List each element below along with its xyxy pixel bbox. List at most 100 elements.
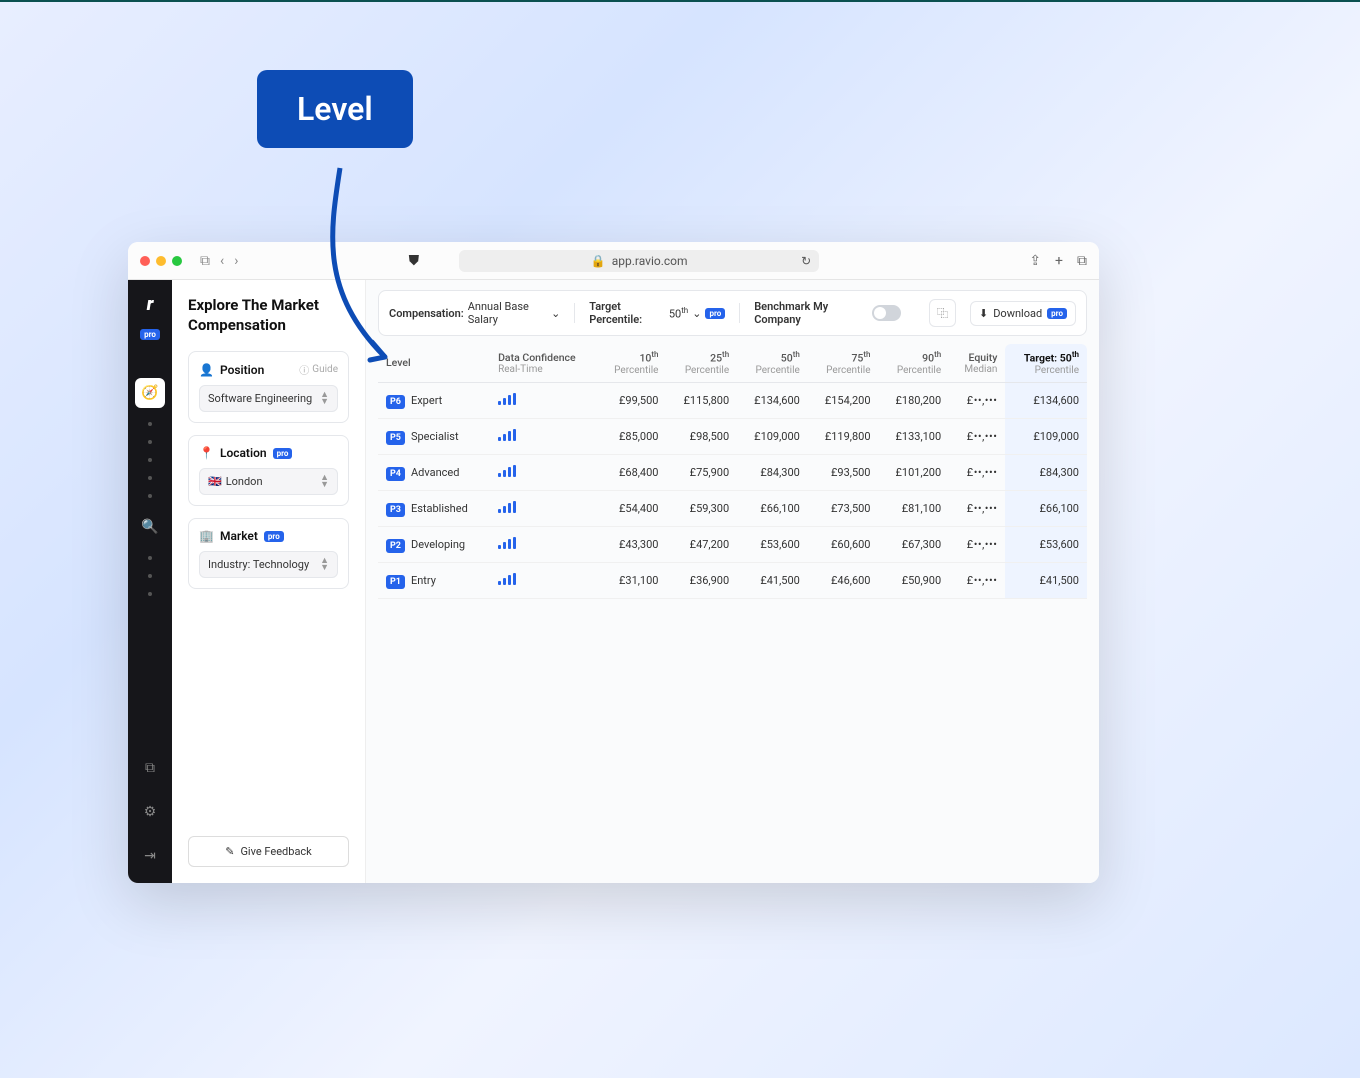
cell-p10: £99,500 <box>597 382 666 418</box>
table-row[interactable]: P5Specialist £85,000 £98,500 £109,000 £1… <box>378 418 1087 454</box>
download-icon: ⬇ <box>979 307 988 320</box>
download-button[interactable]: ⬇ Download pro <box>970 301 1076 326</box>
filter-label: Position <box>220 363 264 377</box>
pro-badge: pro <box>264 531 284 542</box>
nav-dot[interactable] <box>148 592 152 596</box>
cell-confidence <box>490 562 597 598</box>
table-row[interactable]: P3Established £54,400 £59,300 £66,100 £7… <box>378 490 1087 526</box>
nav-dot[interactable] <box>148 458 152 462</box>
chevron-down-icon: ⌄ <box>551 307 560 320</box>
new-tab-icon[interactable]: + <box>1055 253 1063 269</box>
gear-icon: ⚙ <box>144 804 157 820</box>
share-icon[interactable]: ⇪ <box>1029 253 1041 269</box>
columns-button[interactable]: ⿻ <box>929 299 956 327</box>
level-badge: P1 <box>386 575 405 589</box>
cell-target: £41,500 <box>1005 562 1087 598</box>
compensation-table: Level Data ConfidenceReal-Time 10thPerce… <box>378 344 1087 599</box>
feedback-label: Give Feedback <box>240 845 311 858</box>
benchmark-toggle[interactable] <box>872 305 901 321</box>
bars-icon <box>498 393 516 405</box>
cell-level: P2Developing <box>378 526 490 562</box>
cell-p10: £68,400 <box>597 454 666 490</box>
cell-p75: £60,600 <box>808 526 879 562</box>
table-row[interactable]: P6Expert £99,500 £115,800 £134,600 £154,… <box>378 382 1087 418</box>
table-row[interactable]: P1Entry £31,100 £36,900 £41,500 £46,600 … <box>378 562 1087 598</box>
nav-dot[interactable] <box>148 574 152 578</box>
browser-chrome: ⧉ ‹ › ⛊ 🔒 app.ravio.com ↻ ⇪ + ⧉ <box>128 242 1099 280</box>
cell-p25: £59,300 <box>666 490 737 526</box>
nav-dot[interactable] <box>148 422 152 426</box>
nav-dot[interactable] <box>148 476 152 480</box>
feedback-button[interactable]: ✎ Give Feedback <box>188 836 349 867</box>
pro-badge: pro <box>705 308 725 319</box>
forward-icon[interactable]: › <box>234 253 238 269</box>
col-target: Target: 50thPercentile <box>1005 344 1087 382</box>
cell-p25: £98,500 <box>666 418 737 454</box>
nav-dot[interactable] <box>148 556 152 560</box>
cell-p50: £41,500 <box>737 562 808 598</box>
cell-p25: £36,900 <box>666 562 737 598</box>
cell-p75: £93,500 <box>808 454 879 490</box>
cell-equity: £••,••• <box>949 562 1005 598</box>
bars-icon <box>498 465 516 477</box>
cell-target: £53,600 <box>1005 526 1087 562</box>
table-header-row: Level Data ConfidenceReal-Time 10thPerce… <box>378 344 1087 382</box>
flag-icon: 🇬🇧 <box>208 475 222 488</box>
bars-icon <box>498 537 516 549</box>
cell-confidence <box>490 526 597 562</box>
cell-p25: £47,200 <box>666 526 737 562</box>
target-label: Target Percentile: <box>589 300 665 326</box>
cell-p90: £67,300 <box>879 526 950 562</box>
level-badge: P4 <box>386 467 405 481</box>
table-row[interactable]: P2Developing £43,300 £47,200 £53,600 £60… <box>378 526 1087 562</box>
level-badge: P2 <box>386 539 405 553</box>
position-select[interactable]: Software Engineering ▲▼ <box>199 385 338 412</box>
url-bar[interactable]: 🔒 app.ravio.com ↻ <box>459 250 819 272</box>
cell-p75: £154,200 <box>808 382 879 418</box>
sidebar-toggle-icon[interactable]: ⧉ <box>200 253 210 269</box>
market-select[interactable]: Industry: Technology ▲▼ <box>199 551 338 578</box>
minimize-window[interactable] <box>156 256 166 266</box>
divider <box>739 303 740 323</box>
col-equity: EquityMedian <box>949 344 1005 382</box>
cell-p90: £180,200 <box>879 382 950 418</box>
back-icon[interactable]: ‹ <box>220 253 224 269</box>
pro-badge: pro <box>140 329 160 340</box>
browser-window: ⧉ ‹ › ⛊ 🔒 app.ravio.com ↻ ⇪ + ⧉ r pro 🧭 <box>128 242 1099 883</box>
nav-settings[interactable]: ⚙ <box>135 797 165 827</box>
compensation-value: Annual Base Salary <box>468 300 547 326</box>
location-select[interactable]: 🇬🇧London ▲▼ <box>199 468 338 495</box>
cell-level: P3Established <box>378 490 490 526</box>
cell-equity: £••,••• <box>949 490 1005 526</box>
nav-copy[interactable]: ⧉ <box>135 753 165 783</box>
tabs-icon[interactable]: ⧉ <box>1077 253 1087 269</box>
search-icon: 🔍 <box>141 519 158 535</box>
cell-p90: £50,900 <box>879 562 950 598</box>
pin-icon: 📍 <box>199 446 214 460</box>
cell-p75: £46,600 <box>808 562 879 598</box>
target-percentile-selector[interactable]: Target Percentile: 50th ⌄ pro <box>589 300 725 326</box>
cell-equity: £••,••• <box>949 526 1005 562</box>
filter-label: Market <box>220 529 258 543</box>
annotation-callout: Level <box>257 70 413 148</box>
nav-search[interactable]: 🔍 <box>135 512 165 542</box>
cell-level: P5Specialist <box>378 418 490 454</box>
refresh-icon[interactable]: ↻ <box>801 254 811 268</box>
maximize-window[interactable] <box>172 256 182 266</box>
cell-level: P6Expert <box>378 382 490 418</box>
close-window[interactable] <box>140 256 150 266</box>
table-row[interactable]: P4Advanced £68,400 £75,900 £84,300 £93,5… <box>378 454 1087 490</box>
nav-logout[interactable]: ⇥ <box>135 841 165 871</box>
cell-confidence <box>490 454 597 490</box>
cell-p90: £133,100 <box>879 418 950 454</box>
cell-p50: £134,600 <box>737 382 808 418</box>
cell-target: £134,600 <box>1005 382 1087 418</box>
col-p50: 50thPercentile <box>737 344 808 382</box>
col-p90: 90thPercentile <box>879 344 950 382</box>
nav-dot[interactable] <box>148 494 152 498</box>
nav-dot[interactable] <box>148 440 152 444</box>
cell-p75: £119,800 <box>808 418 879 454</box>
nav-explore[interactable]: 🧭 <box>135 378 165 408</box>
filter-location: 📍 Location pro 🇬🇧London ▲▼ <box>188 435 349 506</box>
filter-market: 🏢 Market pro Industry: Technology ▲▼ <box>188 518 349 589</box>
